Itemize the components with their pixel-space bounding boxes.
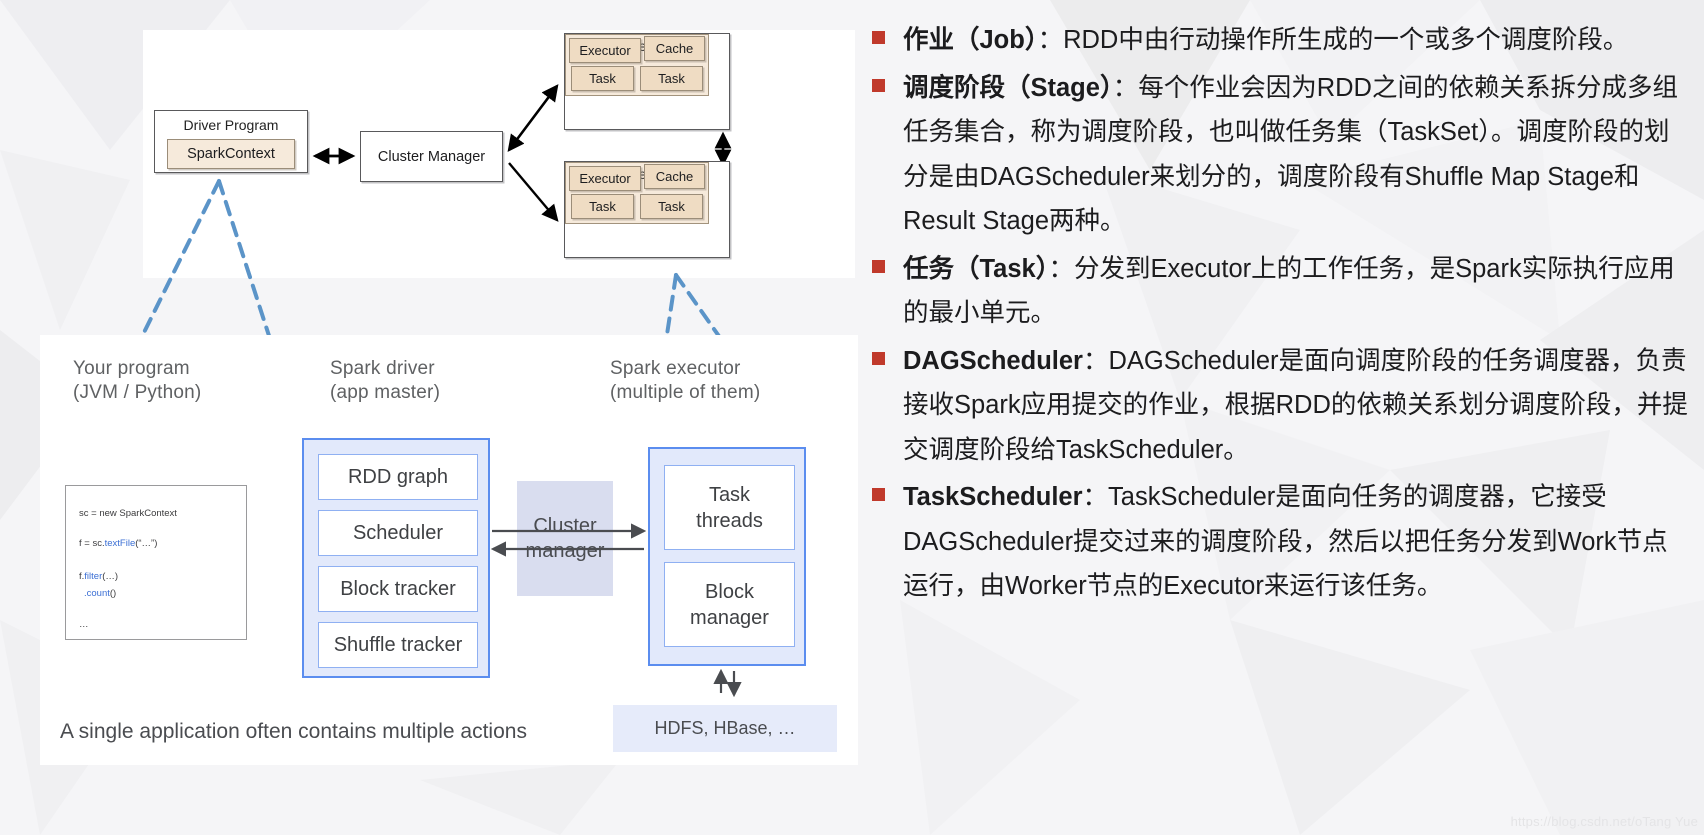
spark-executor-caption: Spark executor (multiple of them) bbox=[610, 358, 761, 403]
executor-label: Executor bbox=[579, 43, 631, 58]
executor-strip: Executor Cache Task Task bbox=[565, 34, 709, 96]
executor-item-block-manager: Block manager bbox=[664, 562, 795, 647]
worker-node-box: Worker Node Executor Cache Task Task bbox=[564, 33, 730, 130]
driver-program-title: Driver Program bbox=[183, 117, 279, 133]
bullet-term: 任务（Task） bbox=[903, 254, 1049, 283]
driver-program-box: Driver Program SparkContext bbox=[154, 110, 308, 173]
bullet-square-icon bbox=[872, 31, 885, 44]
bullet-square-icon bbox=[872, 488, 885, 501]
spark-driver-stack: RDD graph Scheduler Block tracker Shuffl… bbox=[302, 438, 490, 678]
bullet-square-icon bbox=[872, 259, 885, 273]
bullet-square-icon bbox=[872, 78, 885, 92]
code-line-1: sc = new SparkContext bbox=[79, 508, 177, 519]
cluster-overview-panel: Driver Program SparkContext Cluster Mana… bbox=[143, 30, 855, 278]
bullet-term: TaskScheduler bbox=[903, 483, 1083, 511]
code-text: f = sc. bbox=[79, 538, 105, 549]
spark-runtime-detail-panel: Your program (JVM / Python) Spark driver… bbox=[40, 335, 858, 765]
task-box: Task bbox=[640, 194, 703, 219]
code-keyword: filter bbox=[84, 571, 103, 582]
code-line-3: f.filter(…) bbox=[79, 571, 118, 582]
bullet-content: 任务（Task）：分发到Executor上的工作任务，是Spark实际执行应用的… bbox=[903, 247, 1692, 336]
spark-driver-caption: Spark driver (app master) bbox=[330, 358, 441, 403]
list-item: TaskScheduler：TaskScheduler是面向任务的调度器，它接受… bbox=[872, 475, 1692, 609]
executor-item-label: Task threads bbox=[696, 483, 763, 532]
executor-item-label: Block manager bbox=[690, 580, 769, 629]
task-label: Task bbox=[658, 199, 685, 214]
bullet-content: DAGScheduler：DAGScheduler是面向调度阶段的任务调度器，负… bbox=[903, 339, 1692, 473]
task-label: Task bbox=[589, 199, 616, 214]
cluster-manager-block: Cluster manager bbox=[517, 481, 613, 596]
code-text: (“…”) bbox=[135, 538, 158, 549]
driver-stack-item-scheduler: Scheduler bbox=[318, 510, 478, 556]
storage-label: HDFS, HBase, … bbox=[654, 718, 796, 738]
code-keyword: .count bbox=[84, 588, 110, 599]
bullet-content: 调度阶段（Stage）：每个作业会因为RDD之间的依赖关系拆分成多组任务集合，称… bbox=[903, 66, 1692, 244]
code-snippet-box: sc = new SparkContext f = sc.textFile(“…… bbox=[65, 485, 247, 640]
bullet-list: 作业（Job）：RDD中由行动操作所生成的一个或多个调度阶段。 调度阶段（Sta… bbox=[872, 18, 1692, 818]
list-item: DAGScheduler：DAGScheduler是面向调度阶段的任务调度器，负… bbox=[872, 339, 1692, 473]
list-item: 调度阶段（Stage）：每个作业会因为RDD之间的依赖关系拆分成多组任务集合，称… bbox=[872, 66, 1692, 244]
driver-stack-item-rdd-graph: RDD graph bbox=[318, 454, 478, 500]
bullet-term: 作业（Job） bbox=[903, 26, 1038, 54]
code-line-4: .count() bbox=[84, 588, 116, 599]
list-item: 任务（Task）：分发到Executor上的工作任务，是Spark实际执行应用的… bbox=[872, 247, 1692, 336]
task-label: Task bbox=[589, 71, 616, 86]
driver-stack-item-shuffle-tracker: Shuffle tracker bbox=[318, 622, 478, 668]
task-box: Task bbox=[571, 66, 634, 91]
storage-box: HDFS, HBase, … bbox=[613, 705, 837, 752]
cache-box: Cache bbox=[644, 36, 705, 61]
sparkcontext-label: SparkContext bbox=[187, 146, 275, 162]
driver-stack-item-block-tracker: Block tracker bbox=[318, 566, 478, 612]
executor-box: Executor bbox=[569, 166, 641, 191]
bullet-term: 调度阶段（Stage） bbox=[903, 73, 1113, 102]
bullet-body: ：RDD中由行动操作所生成的一个或多个调度阶段。 bbox=[1037, 26, 1629, 54]
list-item: 作业（Job）：RDD中由行动操作所生成的一个或多个调度阶段。 bbox=[872, 18, 1692, 63]
code-text: () bbox=[109, 588, 117, 599]
executor-box: Executor bbox=[569, 38, 641, 63]
cache-box: Cache bbox=[644, 164, 705, 189]
bullet-square-icon bbox=[872, 351, 885, 365]
cluster-manager-box: Cluster Manager bbox=[360, 131, 503, 182]
task-box: Task bbox=[571, 194, 634, 219]
executor-strip: Executor Cache Task Task bbox=[565, 162, 709, 224]
task-label: Task bbox=[658, 71, 685, 86]
watermark: https://blog.csdn.net/oTang Yue bbox=[1510, 814, 1698, 829]
bottom-note: A single application often contains mult… bbox=[60, 720, 527, 743]
task-box: Task bbox=[640, 66, 703, 91]
bullet-content: TaskScheduler：TaskScheduler是面向任务的调度器，它接受… bbox=[903, 475, 1692, 609]
cache-label: Cache bbox=[655, 169, 694, 184]
cluster-manager-label: Cluster Manager bbox=[377, 148, 486, 165]
spark-executor-stack: Task threads Block manager bbox=[648, 447, 806, 666]
worker-node-box: Worker Node Executor Cache Task Task bbox=[564, 161, 730, 258]
spark-architecture-diagram: Driver Program SparkContext Cluster Mana… bbox=[0, 0, 880, 835]
bullet-content: 作业（Job）：RDD中由行动操作所生成的一个或多个调度阶段。 bbox=[903, 18, 1692, 63]
sparkcontext-box: SparkContext bbox=[167, 139, 295, 169]
executor-item-task-threads: Task threads bbox=[664, 465, 795, 550]
code-text: (…) bbox=[102, 571, 119, 582]
your-program-caption: Your program (JVM / Python) bbox=[73, 358, 202, 403]
code-keyword: textFile bbox=[104, 538, 136, 549]
cluster-manager-block-label: Cluster manager bbox=[525, 514, 605, 562]
executor-label: Executor bbox=[579, 171, 631, 186]
bullet-term: DAGScheduler bbox=[903, 346, 1083, 375]
code-line-5: … bbox=[79, 619, 89, 630]
cache-label: Cache bbox=[655, 41, 694, 56]
code-line-2: f = sc.textFile(“…”) bbox=[79, 538, 157, 549]
